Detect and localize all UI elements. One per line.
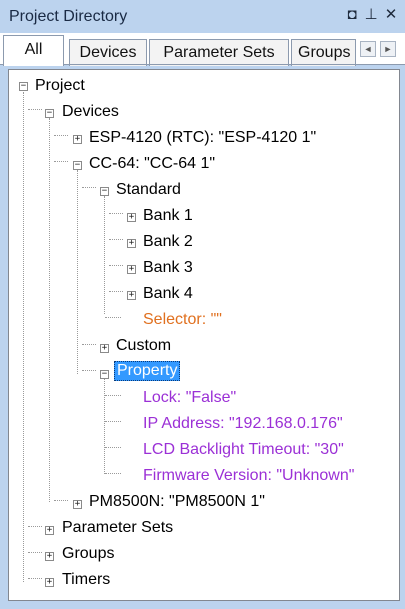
tree-line: [23, 92, 24, 582]
panel-titlebar: Project Directory ◘ ⊥ ✕: [0, 0, 405, 33]
tree-item-lock[interactable]: Lock: "False": [141, 388, 238, 408]
tree-item-lcd-backlight-timeout[interactable]: LCD Backlight Timeout: "30": [141, 440, 346, 460]
tree-line: [105, 447, 121, 448]
tree-line: [109, 239, 123, 240]
tree-item-ip-address[interactable]: IP Address: "192.168.0.176": [141, 414, 345, 434]
tree-item-cc64[interactable]: CC-64: "CC-64 1": [87, 154, 217, 174]
tree-line: [105, 473, 121, 474]
close-icon[interactable]: ✕: [382, 6, 400, 24]
expand-toggle-groups[interactable]: +: [45, 552, 54, 561]
tree-line: [28, 109, 42, 110]
tree-line: [82, 187, 96, 188]
tree-line: [105, 421, 121, 422]
tab-groups-label: Groups: [298, 44, 351, 61]
expand-toggle-pm8500n[interactable]: +: [73, 500, 82, 509]
tree-item-standard[interactable]: Standard: [114, 180, 183, 200]
expand-toggle-custom[interactable]: +: [100, 344, 109, 353]
tree-line: [54, 500, 68, 501]
tree-item-esp4120[interactable]: ESP-4120 (RTC): "ESP-4120 1": [87, 128, 318, 148]
tree-line: [49, 118, 50, 502]
tab-strip: All Devices Parameter Sets Groups ◄ ►: [0, 33, 405, 66]
expand-toggle-cc64[interactable]: −: [73, 161, 82, 170]
tab-parameter-sets[interactable]: Parameter Sets: [149, 39, 289, 66]
tree-line: [54, 135, 68, 136]
tab-devices-label: Devices: [79, 44, 137, 61]
tree-line: [109, 213, 123, 214]
expand-toggle-bank2[interactable]: +: [127, 239, 136, 248]
tab-all-label: All: [24, 41, 43, 58]
tree-line: [105, 317, 121, 318]
tree-item-timers[interactable]: Timers: [60, 570, 112, 590]
pin-icon[interactable]: ⊥: [362, 6, 380, 24]
expand-toggle-timers[interactable]: +: [45, 578, 54, 587]
tab-all[interactable]: All: [3, 35, 64, 66]
tree-view[interactable]: − Project − Devices + ESP-4120 (RTC): "E…: [8, 69, 400, 601]
tab-parameter-sets-label: Parameter Sets: [163, 44, 275, 61]
project-directory-panel: Project Directory ◘ ⊥ ✕ All Devices Para…: [0, 0, 405, 609]
expand-toggle-bank3[interactable]: +: [127, 265, 136, 274]
tree-line: [104, 378, 105, 474]
panel-title: Project Directory: [9, 8, 128, 25]
tree-line: [28, 552, 42, 553]
expand-toggle-property[interactable]: −: [100, 370, 109, 379]
tree-item-project[interactable]: Project: [33, 76, 87, 96]
tree-area: − Project − Devices + ESP-4120 (RTC): "E…: [9, 70, 401, 602]
tree-item-pm8500n[interactable]: PM8500N: "PM8500N 1": [87, 492, 267, 512]
tree-item-bank2[interactable]: Bank 2: [141, 232, 195, 252]
expand-toggle-devices[interactable]: −: [45, 109, 54, 118]
tab-scroll-left-button[interactable]: ◄: [360, 41, 376, 57]
expand-toggle-project[interactable]: −: [19, 82, 28, 91]
expand-toggle-esp4120[interactable]: +: [73, 135, 82, 144]
tree-line: [28, 578, 42, 579]
window-position-icon[interactable]: ◘: [343, 6, 361, 24]
tree-line: [54, 161, 68, 162]
tree-item-bank4[interactable]: Bank 4: [141, 284, 195, 304]
tree-item-groups[interactable]: Groups: [60, 544, 116, 564]
tab-devices[interactable]: Devices: [69, 39, 147, 66]
tree-line: [109, 265, 123, 266]
tree-item-custom[interactable]: Custom: [114, 336, 173, 356]
tree-item-bank3[interactable]: Bank 3: [141, 258, 195, 278]
tree-line: [82, 344, 96, 345]
tree-item-parameter-sets[interactable]: Parameter Sets: [60, 518, 175, 538]
tree-line: [104, 196, 105, 314]
tree-item-selector[interactable]: Selector: "": [141, 310, 224, 330]
expand-toggle-parameter-sets[interactable]: +: [45, 526, 54, 535]
tab-scroll-right-button[interactable]: ►: [380, 41, 396, 57]
tab-groups[interactable]: Groups: [291, 39, 356, 66]
expand-toggle-standard[interactable]: −: [100, 187, 109, 196]
tree-item-bank1[interactable]: Bank 1: [141, 206, 195, 226]
tree-line: [77, 170, 78, 374]
tree-item-firmware-version[interactable]: Firmware Version: "Unknown": [141, 466, 356, 486]
tree-line: [109, 291, 123, 292]
tree-line: [82, 370, 96, 371]
expand-toggle-bank1[interactable]: +: [127, 213, 136, 222]
expand-toggle-bank4[interactable]: +: [127, 291, 136, 300]
tree-line: [105, 395, 121, 396]
tree-item-devices[interactable]: Devices: [60, 102, 121, 122]
tree-item-property[interactable]: Property: [114, 361, 181, 381]
tree-line: [28, 526, 42, 527]
